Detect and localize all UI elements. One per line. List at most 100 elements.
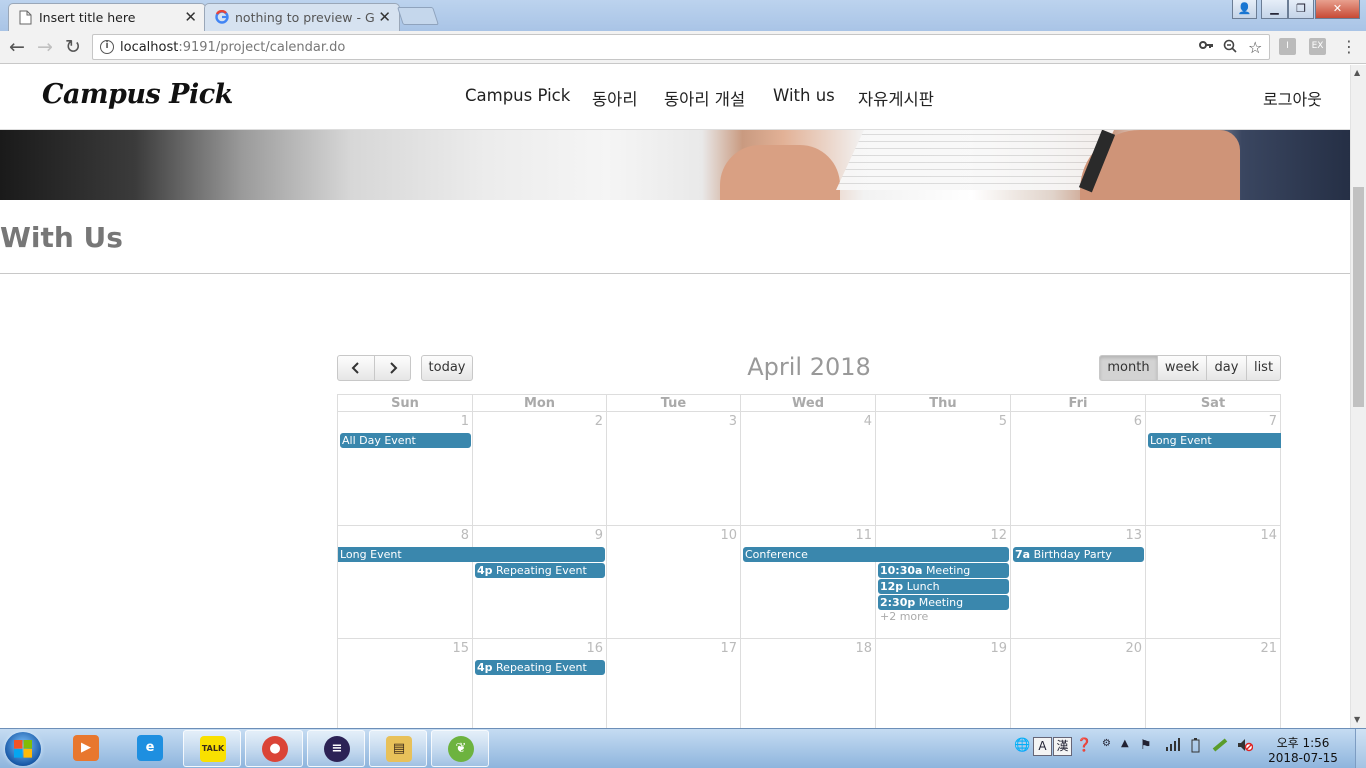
scrollbar-thumb[interactable] <box>1353 187 1364 407</box>
reload-icon[interactable]: ↻ <box>62 36 84 58</box>
show-desktop-button[interactable] <box>1355 729 1366 768</box>
close-tab-icon[interactable]: ✕ <box>184 8 197 26</box>
day-number[interactable]: 16 <box>586 641 603 656</box>
maximize-button[interactable]: ❐ <box>1288 0 1314 19</box>
calendar-event[interactable]: Conference <box>743 547 1009 562</box>
network-icon[interactable] <box>1165 738 1181 755</box>
day-number[interactable]: 11 <box>855 528 872 543</box>
show-hidden-icons-icon[interactable]: ▲ <box>1121 738 1129 749</box>
day-number[interactable]: 7 <box>1269 414 1277 429</box>
day-cell[interactable]: 13 <box>1011 526 1146 639</box>
taskbar-app-button[interactable]: ❦ <box>431 730 489 767</box>
day-cell[interactable]: 20 <box>1011 639 1146 728</box>
calendar-event[interactable]: 2:30p Meeting <box>878 595 1009 610</box>
view-list-button[interactable]: list <box>1246 355 1281 381</box>
tab-insert-title[interactable]: Insert title here ✕ <box>8 3 206 31</box>
day-number[interactable]: 9 <box>595 528 603 543</box>
today-button[interactable]: today <box>421 355 473 381</box>
calendar-event[interactable]: 7a Birthday Party <box>1013 547 1144 562</box>
hanja-icon[interactable]: 漢 <box>1053 737 1072 756</box>
language-bar-icon[interactable]: 🌐 <box>1014 738 1030 753</box>
day-cell[interactable]: 4 <box>741 412 876 526</box>
day-cell[interactable]: 15 <box>338 639 473 728</box>
day-cell[interactable]: 9 <box>473 526 607 639</box>
taskbar-app-button[interactable]: e <box>121 730 179 767</box>
help-icon[interactable]: ❓ <box>1076 738 1092 753</box>
volume-muted-icon[interactable] <box>1237 738 1254 756</box>
action-center-icon[interactable]: ⚑ <box>1140 738 1152 753</box>
day-cell[interactable]: 11 <box>741 526 876 639</box>
day-cell[interactable]: 8 <box>338 526 473 639</box>
info-icon[interactable]: i <box>100 40 114 54</box>
day-number[interactable]: 4 <box>864 414 872 429</box>
nav-free-board[interactable]: 자유게시판 <box>858 86 934 110</box>
taskbar-app-button[interactable]: ● <box>245 730 303 767</box>
nav-with-us[interactable]: With us <box>773 86 835 105</box>
clock-time[interactable]: 오후 1:56 <box>1268 734 1338 751</box>
nav-club[interactable]: 동아리 <box>592 86 638 110</box>
taskbar-app-button[interactable]: ▤ <box>369 730 427 767</box>
day-number[interactable]: 15 <box>452 641 469 656</box>
day-number[interactable]: 6 <box>1134 414 1142 429</box>
day-number[interactable]: 12 <box>990 528 1007 543</box>
view-day-button[interactable]: day <box>1206 355 1247 381</box>
day-cell[interactable]: 19 <box>876 639 1011 728</box>
prev-month-button[interactable] <box>337 355 375 381</box>
close-tab-icon[interactable]: ✕ <box>378 8 391 26</box>
star-icon[interactable]: ☆ <box>1248 38 1262 57</box>
page-scrollbar[interactable]: ▲ ▼ <box>1350 65 1366 728</box>
more-events-link[interactable]: +2 more <box>880 610 928 623</box>
day-cell[interactable]: 10 <box>607 526 741 639</box>
day-cell[interactable]: 1 <box>338 412 473 526</box>
day-number[interactable]: 17 <box>720 641 737 656</box>
next-month-button[interactable] <box>374 355 411 381</box>
day-number[interactable]: 1 <box>461 414 469 429</box>
ime-mode-icon[interactable]: A <box>1033 737 1052 756</box>
day-number[interactable]: 14 <box>1260 528 1277 543</box>
day-cell[interactable]: 14 <box>1146 526 1281 639</box>
calendar-event[interactable]: 10:30a Meeting <box>878 563 1009 578</box>
calendar-event[interactable]: 4p Repeating Event <box>475 660 605 675</box>
day-number[interactable]: 10 <box>720 528 737 543</box>
ime-options-icon[interactable]: ⚙ <box>1102 738 1111 749</box>
view-month-button[interactable]: month <box>1099 355 1158 381</box>
calendar-event[interactable]: 12p Lunch <box>878 579 1009 594</box>
tab-nothing-to-preview[interactable]: nothing to preview - Go ✕ <box>204 3 400 31</box>
zoom-icon[interactable] <box>1223 39 1237 57</box>
day-cell[interactable]: 5 <box>876 412 1011 526</box>
view-week-button[interactable]: week <box>1157 355 1207 381</box>
taskbar-app-button[interactable]: ▶ <box>57 730 115 767</box>
user-icon[interactable]: 👤 <box>1232 0 1257 19</box>
site-logo[interactable]: Campus Pick <box>42 79 233 110</box>
day-number[interactable]: 18 <box>855 641 872 656</box>
nav-campus-pick[interactable]: Campus Pick <box>465 86 570 105</box>
day-number[interactable]: 2 <box>595 414 603 429</box>
nav-club-create[interactable]: 동아리 개설 <box>664 86 745 110</box>
back-arrow-icon[interactable]: ← <box>6 36 28 58</box>
day-cell[interactable]: 6 <box>1011 412 1146 526</box>
scroll-down-icon[interactable]: ▼ <box>1354 715 1360 724</box>
day-number[interactable]: 5 <box>999 414 1007 429</box>
day-number[interactable]: 20 <box>1125 641 1142 656</box>
taskbar-app-button[interactable]: TALK <box>183 730 241 767</box>
day-number[interactable]: 8 <box>461 528 469 543</box>
calendar-event[interactable]: 4p Repeating Event <box>475 563 605 578</box>
usb-device-icon[interactable] <box>1212 738 1230 756</box>
day-cell[interactable]: 3 <box>607 412 741 526</box>
forward-arrow-icon[interactable]: → <box>34 36 56 58</box>
calendar-event[interactable]: Long Event <box>338 547 605 562</box>
extension-ex-icon[interactable]: EX <box>1309 38 1326 55</box>
day-cell[interactable]: 17 <box>607 639 741 728</box>
calendar-event[interactable]: Long Event <box>1148 433 1281 448</box>
logout-link[interactable]: 로그아웃 <box>1263 86 1322 110</box>
day-cell[interactable]: 18 <box>741 639 876 728</box>
day-number[interactable]: 19 <box>990 641 1007 656</box>
new-tab-button[interactable] <box>397 7 439 25</box>
battery-icon[interactable] <box>1191 738 1200 757</box>
clock-date[interactable]: 2018-07-15 <box>1268 751 1338 765</box>
day-number[interactable]: 3 <box>729 414 737 429</box>
taskbar-app-button[interactable]: ≡ <box>307 730 365 767</box>
start-button[interactable] <box>5 732 41 766</box>
close-window-button[interactable]: ✕ <box>1315 0 1360 19</box>
day-cell[interactable]: 2 <box>473 412 607 526</box>
